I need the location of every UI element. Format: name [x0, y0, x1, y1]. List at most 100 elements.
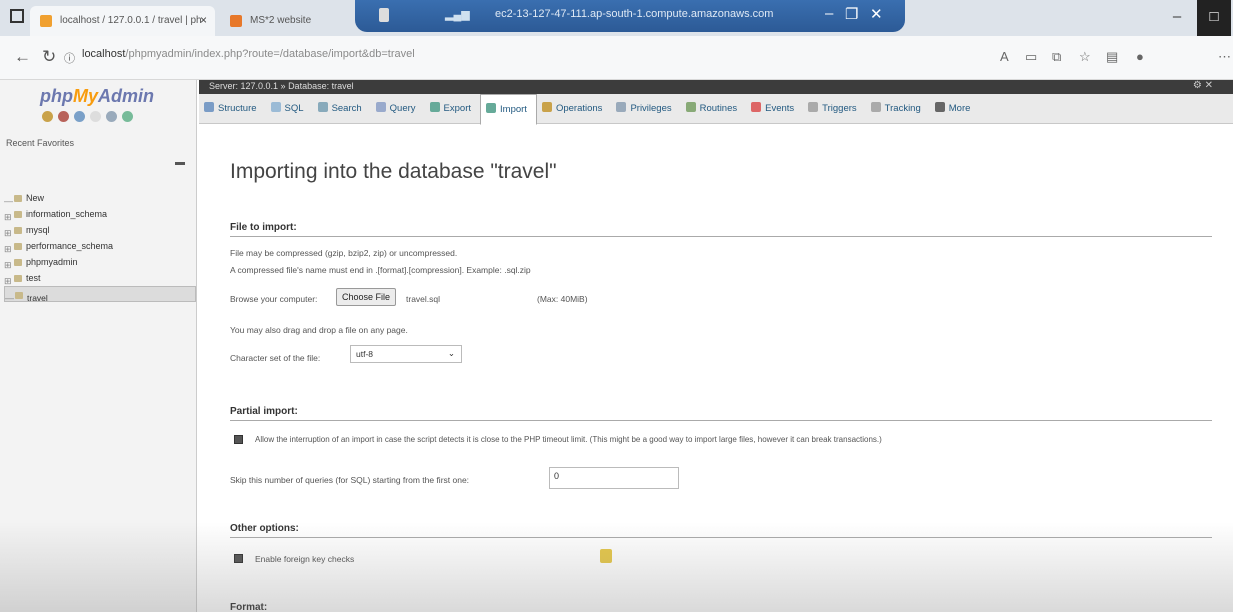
tree-item-test[interactable]: ⊞ test	[4, 270, 196, 286]
home-icon[interactable]	[42, 111, 53, 122]
browser-tab-website[interactable]: MS*2 website	[220, 6, 350, 36]
profile-icon[interactable]: ●	[1136, 49, 1144, 64]
sql-icon	[270, 102, 281, 112]
tab-operations[interactable]: Operations	[537, 94, 611, 124]
more-icon[interactable]: ⋯	[1218, 49, 1231, 65]
tab-label: Events	[765, 103, 795, 114]
tab-tracking[interactable]: Tracking	[866, 94, 930, 124]
url-field[interactable]: localhost/phpmyadmin/index.php?route=/da…	[82, 48, 982, 60]
maximize-icon[interactable]: □	[1197, 0, 1231, 36]
tab-label: Privileges	[630, 103, 672, 114]
logo-php: php	[40, 86, 73, 106]
rdp-restore-icon[interactable]: ❐	[845, 5, 858, 23]
tree-item-phpmyadmin[interactable]: ⊞ phpmyadmin	[4, 254, 196, 270]
database-icon	[14, 243, 22, 250]
close-tab-icon[interactable]: ×	[200, 13, 207, 27]
tab-triggers[interactable]: Triggers	[803, 94, 866, 124]
settings-icon[interactable]: ⚙ ✕	[1193, 80, 1213, 91]
pin-icon[interactable]	[379, 8, 389, 22]
url-host: localhost	[82, 48, 126, 60]
tab-events[interactable]: Events	[746, 94, 803, 124]
logout-icon[interactable]	[58, 111, 69, 122]
tab-import[interactable]: Import	[480, 94, 537, 125]
collections-icon[interactable]: ▤	[1106, 49, 1118, 65]
tree-item-travel[interactable]: — travel	[4, 286, 196, 303]
recent-favorites[interactable]: Recent Favorites	[6, 138, 74, 148]
address-bar: ← ↻ ⓘ localhost/phpmyadmin/index.php?rou…	[0, 36, 1233, 80]
tab-search[interactable]: Search	[313, 94, 371, 124]
settings-icon[interactable]	[106, 111, 117, 122]
website-favicon	[230, 15, 242, 27]
choose-file-button[interactable]: Choose File	[336, 288, 397, 306]
partial-import-heading: Partial import:	[230, 406, 1212, 421]
tree-item-performance-schema[interactable]: ⊞ performance_schema	[4, 238, 196, 254]
tab-label: Routines	[699, 103, 738, 114]
tab-sql[interactable]: SQL	[266, 94, 313, 124]
allow-interrupt-label: Allow the interruption of an import in c…	[255, 435, 882, 444]
breadcrumb-database[interactable]: Database: travel	[288, 81, 354, 91]
routines-icon	[685, 102, 696, 112]
tab-title: localhost / 127.0.0.1 / travel | ph	[60, 15, 202, 26]
tab-query[interactable]: Query	[371, 94, 425, 124]
url-path: /phpmyadmin/index.php?route=/database/im…	[125, 48, 415, 60]
database-tree: — New ⊞ information_schema ⊞ mysql ⊞ perform…	[4, 190, 196, 303]
tree-item-information-schema[interactable]: ⊞ information_schema	[4, 206, 196, 222]
search-icon	[317, 102, 328, 112]
rdp-close-icon[interactable]: ✕	[870, 5, 883, 23]
tab-more[interactable]: More	[930, 94, 980, 124]
rdp-minimize-icon[interactable]: –	[825, 5, 833, 22]
signal-icon: ▂▄▆	[445, 9, 470, 21]
tree-label: travel	[27, 293, 48, 303]
tab-label: Query	[389, 103, 416, 114]
filename-note: A compressed file's name must end in .[f…	[230, 265, 531, 275]
split-screen-icon[interactable]: ⧉	[1052, 49, 1061, 65]
tab-label: Search	[331, 103, 362, 114]
minimize-icon[interactable]: –	[1160, 0, 1194, 36]
charset-label: Character set of the file:	[230, 353, 321, 363]
read-aloud-icon[interactable]: A	[1000, 49, 1009, 64]
database-icon	[15, 292, 23, 299]
compression-note: File may be compressed (gzip, bzip2, zip…	[230, 248, 458, 258]
back-icon[interactable]: ←	[14, 47, 31, 67]
browser-tab-phpmyadmin[interactable]: localhost / 127.0.0.1 / travel | ph ×	[30, 6, 215, 36]
tab-routines[interactable]: Routines	[681, 94, 747, 124]
phpmyadmin-logo[interactable]: phpMyAdmin	[40, 86, 154, 107]
new-icon	[14, 195, 22, 202]
operations-icon	[541, 102, 552, 112]
tab-label: SQL	[284, 103, 304, 114]
tree-label: phpmyadmin	[26, 257, 78, 267]
reload-icon[interactable]: ↻	[42, 47, 56, 67]
logo-admin: Admin	[98, 86, 155, 106]
skip-queries-input[interactable]: 0	[549, 467, 679, 489]
favorites-icon[interactable]: ☆	[1079, 49, 1091, 65]
tab-label: Export	[443, 103, 472, 114]
collapse-all-icon[interactable]	[175, 162, 185, 165]
browser-tab-bar: localhost / 127.0.0.1 / travel | ph × MS…	[0, 0, 1233, 36]
tab-title: MS*2 website	[250, 15, 312, 26]
tree-item-mysql[interactable]: ⊞ mysql	[4, 222, 196, 238]
database-icon	[14, 259, 22, 266]
tab-privileges[interactable]: Privileges	[611, 94, 680, 124]
tab-label: Triggers	[822, 103, 857, 114]
tracking-icon	[870, 102, 881, 112]
immersive-reader-icon[interactable]: ▭	[1025, 49, 1037, 65]
docs-icon[interactable]	[90, 111, 101, 122]
page-title: Importing into the database "travel"	[230, 160, 557, 183]
tree-label: test	[26, 273, 41, 283]
tab-export[interactable]: Export	[425, 94, 480, 124]
window-menu-icon[interactable]	[10, 9, 24, 23]
foreign-key-checkbox[interactable]	[234, 554, 243, 563]
tree-item-new[interactable]: — New	[4, 190, 196, 206]
allow-interrupt-checkbox[interactable]	[234, 435, 243, 444]
reload-nav-icon[interactable]	[122, 111, 133, 122]
tab-structure[interactable]: Structure	[199, 94, 266, 124]
help-icon[interactable]	[74, 111, 85, 122]
breadcrumb-server[interactable]: Server: 127.0.0.1	[209, 81, 278, 91]
breadcrumb: Server: 127.0.0.1 » Database: travel ⚙ ✕	[199, 80, 1233, 94]
browse-label: Browse your computer:	[230, 294, 318, 304]
database-icon	[14, 275, 22, 282]
charset-select[interactable]: utf-8 ⌄	[350, 345, 462, 363]
navigation-icons	[42, 111, 162, 125]
query-icon	[375, 102, 386, 112]
tree-label: New	[26, 193, 45, 203]
